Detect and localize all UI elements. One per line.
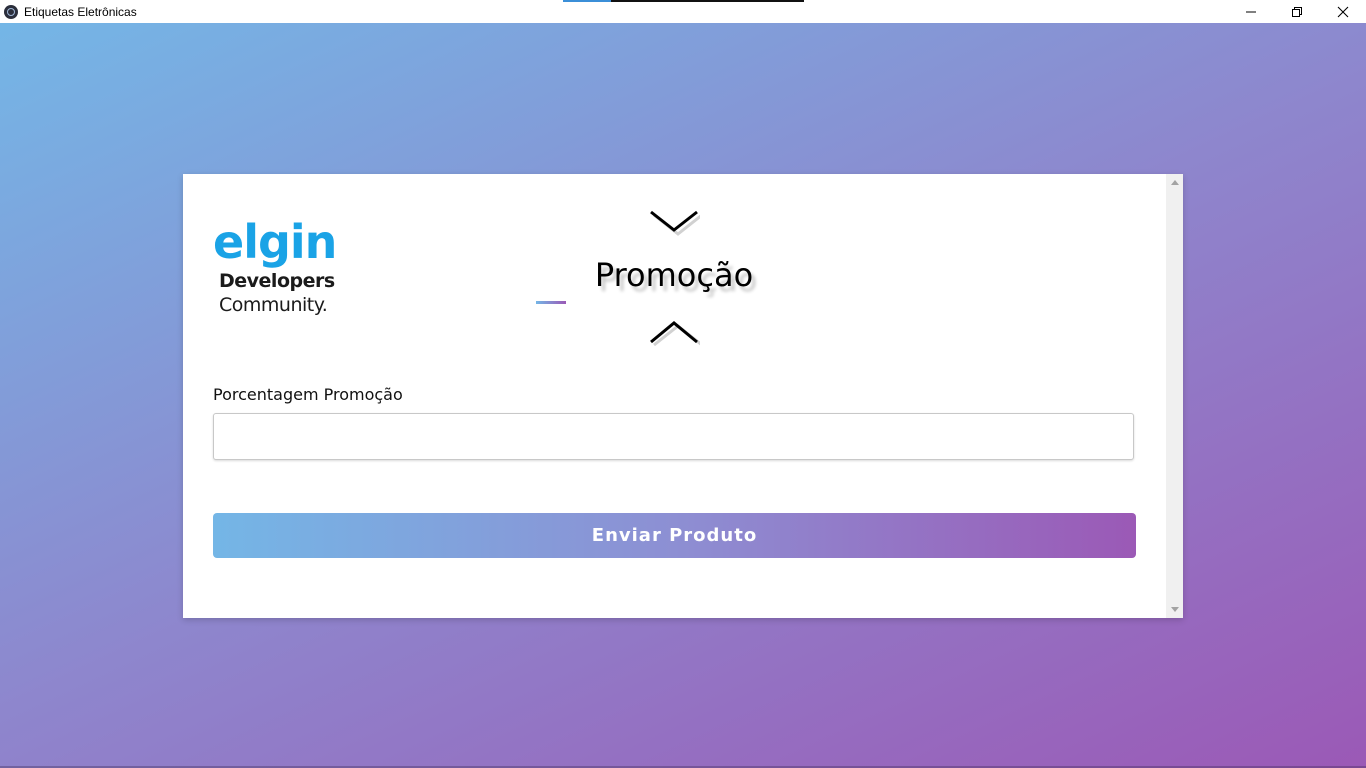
window-controls xyxy=(1228,0,1366,23)
chevron-up-icon[interactable] xyxy=(650,316,700,346)
promotion-percentage-input[interactable] xyxy=(213,413,1134,460)
restore-icon xyxy=(1292,6,1302,17)
decorative-dash xyxy=(536,301,566,304)
minimize-icon xyxy=(1246,11,1256,12)
send-product-button[interactable]: Enviar Produto xyxy=(213,513,1136,558)
logo-community: Community. xyxy=(219,294,328,316)
close-icon xyxy=(1337,6,1349,17)
scroll-down-arrow[interactable] xyxy=(1171,607,1179,612)
close-button[interactable] xyxy=(1320,0,1366,23)
window-title: Etiquetas Eletrônicas xyxy=(24,4,137,19)
app-icon xyxy=(4,4,18,19)
logo-brand: elgin xyxy=(213,215,337,269)
title-bar: Etiquetas Eletrônicas xyxy=(0,0,1366,23)
chevron-down-icon[interactable] xyxy=(650,208,700,238)
scroll-up-arrow[interactable] xyxy=(1171,180,1179,185)
form-card: elgin Developers Community. Promoção Por… xyxy=(183,174,1183,618)
minimize-button[interactable] xyxy=(1228,0,1274,23)
vertical-scrollbar[interactable] xyxy=(1166,174,1183,618)
mode-title: Promoção xyxy=(594,256,754,294)
promotion-percentage-label: Porcentagem Promoção xyxy=(213,385,403,404)
logo-developers: Developers xyxy=(219,270,335,292)
restore-button[interactable] xyxy=(1274,0,1320,23)
elgin-logo: elgin Developers Community. xyxy=(213,214,353,324)
title-progress-bar xyxy=(563,0,804,2)
title-progress-fill xyxy=(563,0,612,2)
